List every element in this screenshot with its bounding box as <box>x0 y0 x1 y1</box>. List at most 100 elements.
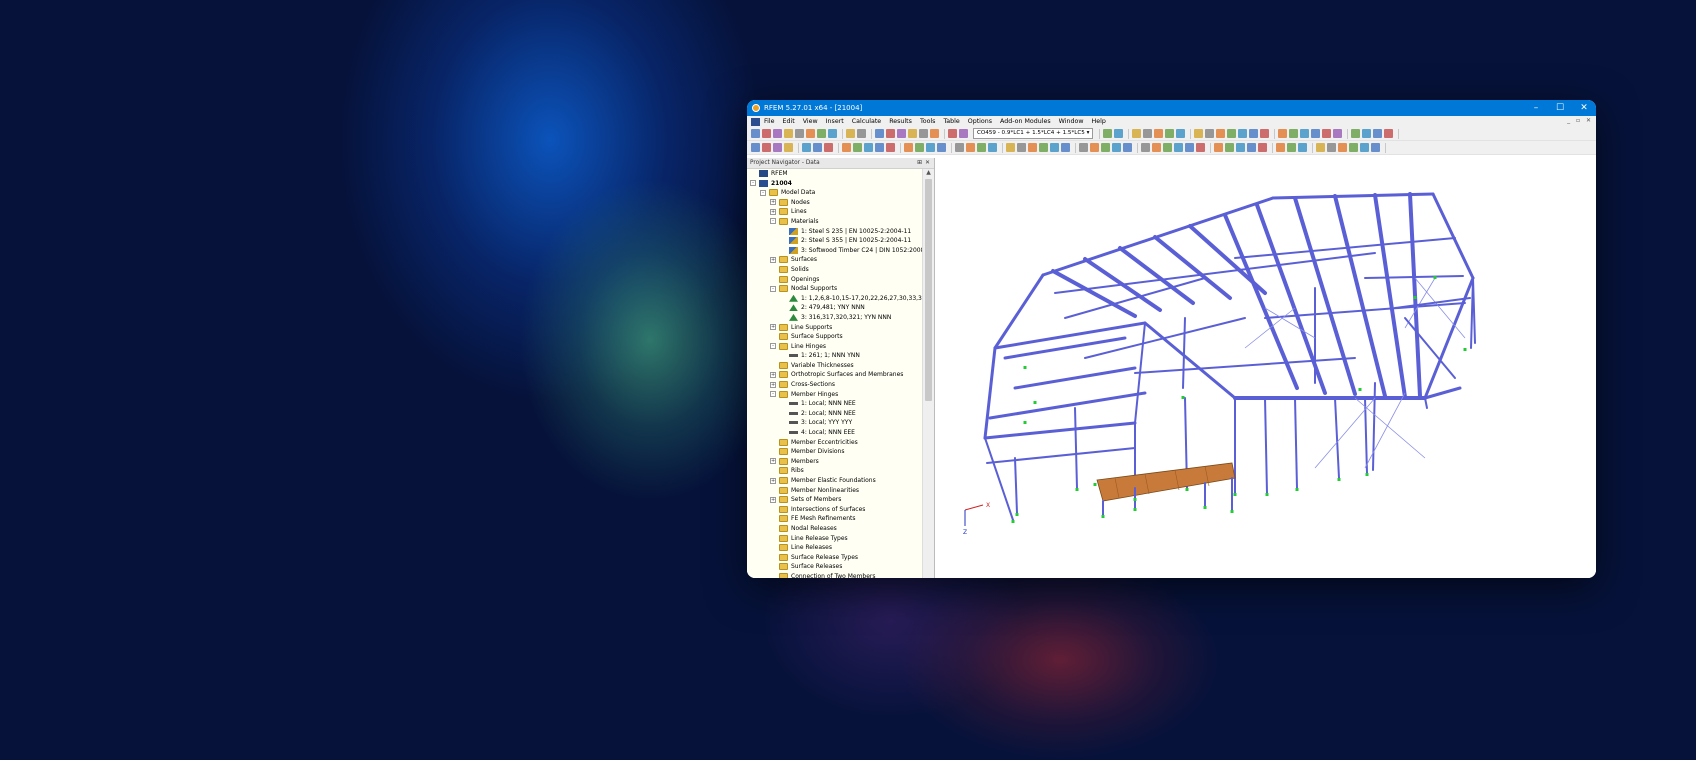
tree-item[interactable]: Line Releases <box>747 543 922 553</box>
menu-window[interactable]: Window <box>1059 118 1084 125</box>
menu-file[interactable]: File <box>764 118 775 125</box>
expand-icon[interactable]: + <box>770 324 776 330</box>
toolbar-button-icon[interactable] <box>1174 143 1183 152</box>
toolbar-button-icon[interactable] <box>1287 143 1296 152</box>
expand-icon[interactable]: + <box>770 256 776 263</box>
collapse-icon[interactable]: - <box>760 189 766 196</box>
toolbar-button-icon[interactable] <box>955 143 964 152</box>
tree-item[interactable]: + Nodes <box>747 198 922 208</box>
toolbar-button-icon[interactable] <box>828 129 837 138</box>
toolbar-button-icon[interactable] <box>1373 129 1383 138</box>
tree-item[interactable]: Surface Release Types <box>747 553 922 563</box>
toolbar-button-icon[interactable] <box>762 129 771 138</box>
tree-item[interactable]: Nodal Releases <box>747 524 922 534</box>
toolbar-button-icon[interactable] <box>1300 129 1310 138</box>
toolbar-button-icon[interactable] <box>864 143 873 152</box>
tree-item[interactable]: 3: Local; YYY YYY <box>747 418 922 428</box>
tree-item[interactable]: RFEM <box>747 169 922 179</box>
tree-item[interactable]: 3: Softwood Timber C24 | DIN 1052:2008-1… <box>747 246 922 256</box>
tree-item[interactable]: 1: 1,2,6,8-10,15-17,20,22,26,27,30,33,38… <box>747 294 922 304</box>
toolbar-button-icon[interactable] <box>1141 143 1150 152</box>
document-icon[interactable] <box>751 117 760 126</box>
tree-item[interactable]: 4: Local; NNN EEE <box>747 428 922 438</box>
collapse-icon[interactable]: - <box>750 180 756 187</box>
toolbar-button-icon[interactable] <box>1216 129 1226 138</box>
tree-item[interactable]: 1: 261; 1; NNN YNN <box>747 351 922 361</box>
tree-item[interactable]: - Nodal Supports <box>747 284 922 294</box>
expand-icon[interactable]: + <box>770 208 776 215</box>
toolbar-button-icon[interactable] <box>1322 129 1332 138</box>
model-viewport[interactable]: XZ <box>935 158 1596 578</box>
toolbar-button-icon[interactable] <box>806 129 815 138</box>
toolbar-button-icon[interactable] <box>886 143 895 152</box>
toolbar-button-icon[interactable] <box>751 143 760 152</box>
tree-item[interactable]: - Line Hinges <box>747 342 922 352</box>
tree-item[interactable]: Connection of Two Members <box>747 572 922 578</box>
menu-insert[interactable]: Insert <box>826 118 844 125</box>
toolbar-button-icon[interactable] <box>795 129 804 138</box>
tree-item[interactable]: 1: Steel S 235 | EN 10025-2:2004-11 <box>747 227 922 237</box>
tree-item[interactable]: + Cross-Sections <box>747 380 922 390</box>
tree-item[interactable]: + Surfaces <box>747 255 922 265</box>
toolbar-button-icon[interactable] <box>1061 143 1070 152</box>
toolbar-button-icon[interactable] <box>1260 129 1270 138</box>
toolbar-button-icon[interactable] <box>1289 129 1299 138</box>
toolbar-button-icon[interactable] <box>1311 129 1321 138</box>
toolbar-button-icon[interactable] <box>937 143 946 152</box>
toolbar-button-icon[interactable] <box>915 143 924 152</box>
tree-item[interactable]: Intersections of Surfaces <box>747 505 922 515</box>
toolbar-button-icon[interactable] <box>1103 129 1113 138</box>
toolbar-button-icon[interactable] <box>1176 129 1186 138</box>
toolbar-button-icon[interactable] <box>959 129 968 138</box>
menu-edit[interactable]: Edit <box>783 118 795 125</box>
toolbar-button-icon[interactable] <box>1154 129 1164 138</box>
toolbar-button-icon[interactable] <box>1196 143 1205 152</box>
tree-item[interactable]: 3: 316,317,320,321; YYN NNN <box>747 313 922 323</box>
tree-item[interactable]: Member Nonlinearities <box>747 486 922 496</box>
tree-item[interactable]: Surface Supports <box>747 332 922 342</box>
toolbar-button-icon[interactable] <box>875 143 884 152</box>
toolbar-button-icon[interactable] <box>1194 129 1204 138</box>
collapse-icon[interactable]: - <box>770 391 776 398</box>
tree-item[interactable]: Member Eccentricities <box>747 438 922 448</box>
scrollbar-thumb[interactable] <box>925 179 932 401</box>
toolbar-button-icon[interactable] <box>1298 143 1307 152</box>
toolbar-button-icon[interactable] <box>1050 143 1059 152</box>
tree-item[interactable]: FE Mesh Refinements <box>747 514 922 524</box>
close-icon[interactable]: ✕ <box>1572 100 1596 116</box>
document-window-controls[interactable]: _ ▫ ✕ <box>1567 117 1593 124</box>
tree-item[interactable]: Member Divisions <box>747 447 922 457</box>
toolbar-button-icon[interactable] <box>1227 129 1237 138</box>
toolbar-button-icon[interactable] <box>813 143 822 152</box>
toolbar-button-icon[interactable] <box>1112 143 1121 152</box>
toolbar-button-icon[interactable] <box>842 143 851 152</box>
tree-item[interactable]: + Sets of Members <box>747 495 922 505</box>
tree-item[interactable]: 2: 479,481; YNY NNN <box>747 303 922 313</box>
toolbar-button-icon[interactable] <box>824 143 833 152</box>
toolbar-button-icon[interactable] <box>988 143 997 152</box>
toolbar-button-icon[interactable] <box>784 143 793 152</box>
toolbar-button-icon[interactable] <box>1163 143 1172 152</box>
toolbar-button-icon[interactable] <box>853 143 862 152</box>
navigator-close-icon[interactable]: ✕ <box>925 158 930 168</box>
toolbar-button-icon[interactable] <box>1236 143 1245 152</box>
toolbar-button-icon[interactable] <box>904 143 913 152</box>
expand-icon[interactable]: + <box>770 477 776 484</box>
toolbar-button-icon[interactable] <box>1039 143 1048 152</box>
toolbar-button-icon[interactable] <box>1132 129 1142 138</box>
toolbar-button-icon[interactable] <box>857 129 866 138</box>
toolbar-button-icon[interactable] <box>1079 143 1088 152</box>
toolbar-button-icon[interactable] <box>1238 129 1248 138</box>
menu-options[interactable]: Options <box>968 118 992 125</box>
collapse-icon[interactable]: - <box>770 343 776 350</box>
toolbar-button-icon[interactable] <box>1333 129 1343 138</box>
toolbar-button-icon[interactable] <box>886 129 895 138</box>
minimize-icon[interactable]: – <box>1524 100 1548 116</box>
toolbar-button-icon[interactable] <box>1349 143 1358 152</box>
toolbar-button-icon[interactable] <box>802 143 811 152</box>
toolbar-button-icon[interactable] <box>1258 143 1267 152</box>
toolbar-button-icon[interactable] <box>1090 143 1099 152</box>
tree-item[interactable]: + Orthotropic Surfaces and Membranes <box>747 370 922 380</box>
menu-tools[interactable]: Tools <box>920 118 936 125</box>
toolbar-button-icon[interactable] <box>908 129 917 138</box>
